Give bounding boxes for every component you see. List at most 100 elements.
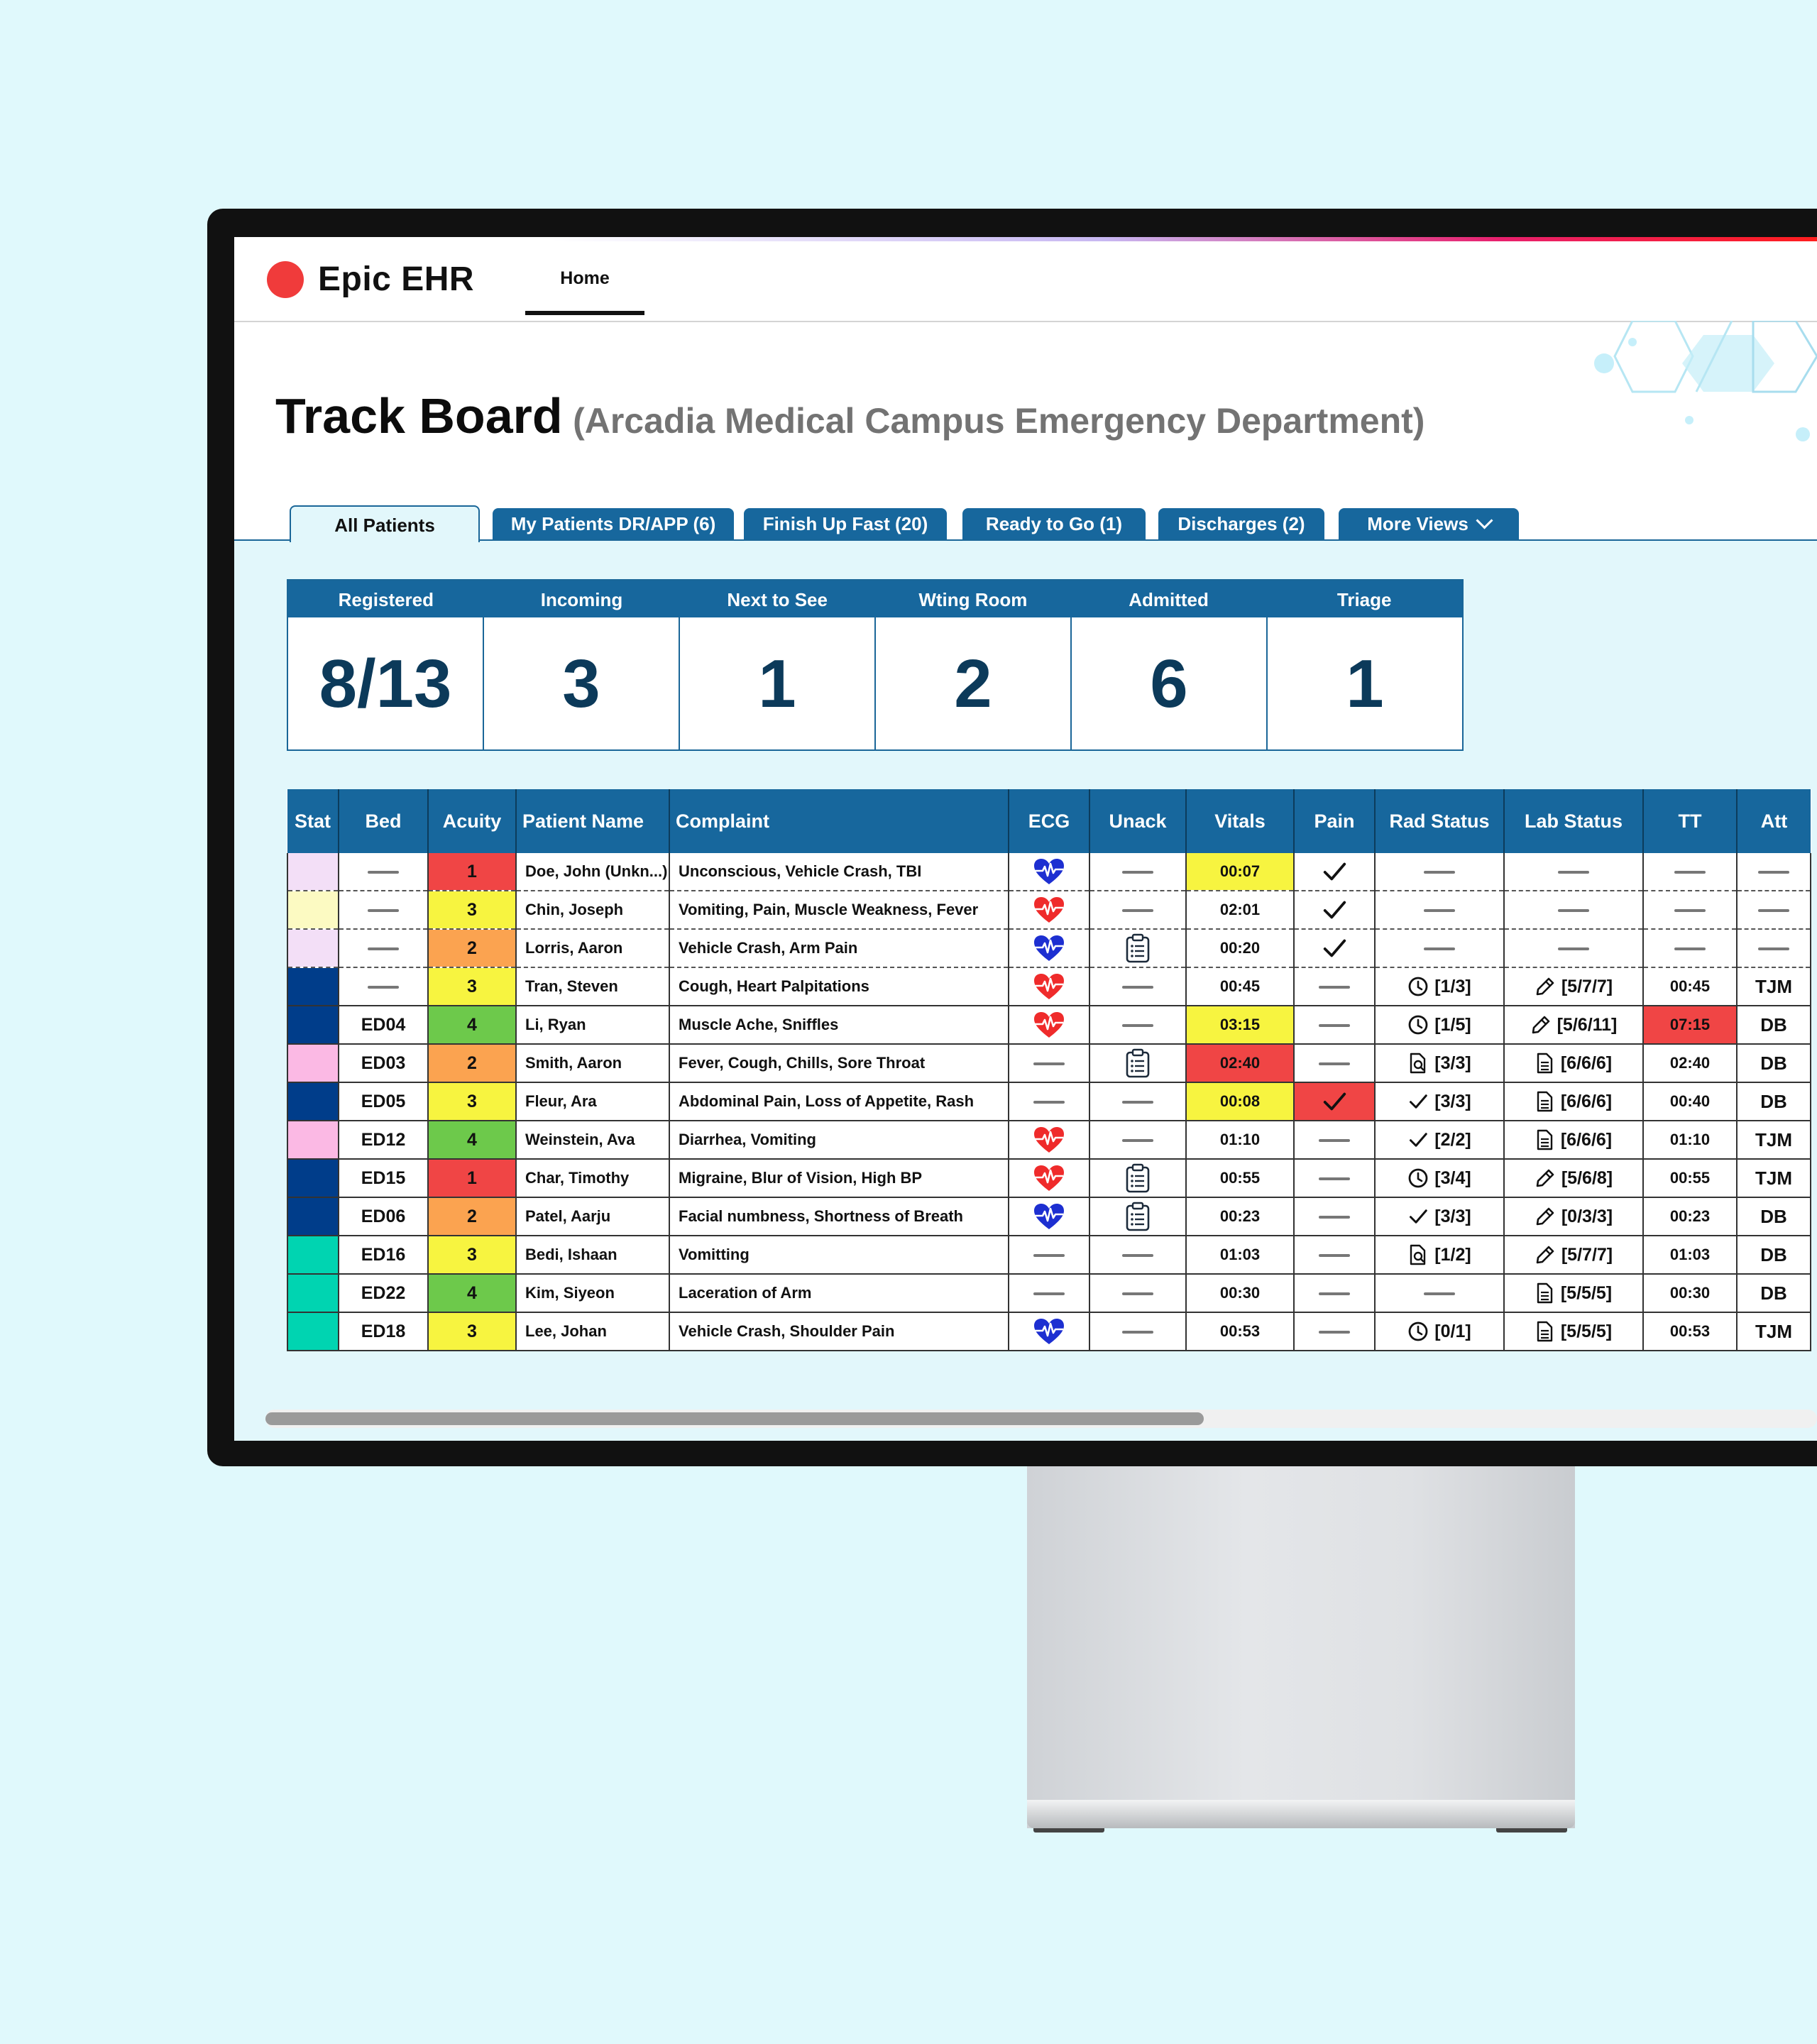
column-header[interactable]: Stat	[287, 789, 339, 853]
pain-cell[interactable]	[1293, 891, 1376, 930]
lab-status-cell[interactable]: [5/5/5]	[1503, 1274, 1644, 1313]
nav-home-tab[interactable]: Home	[525, 256, 644, 315]
ecg-heart-icon[interactable]	[1033, 1126, 1065, 1154]
ecg-heart-icon[interactable]	[1033, 1011, 1065, 1039]
lab-status-cell[interactable]: [5/5/5]	[1503, 1312, 1644, 1351]
rad-status-cell[interactable]	[1374, 891, 1505, 930]
ecg-heart-icon[interactable]	[1033, 934, 1065, 962]
vitals-cell[interactable]: 01:03	[1185, 1236, 1295, 1275]
column-header[interactable]: Pain	[1293, 789, 1375, 853]
table-row[interactable]: ED06 2 Patel, Aarju Facial numbness, Shortn…	[287, 1197, 1811, 1236]
rad-status-cell[interactable]: [3/3]	[1374, 1197, 1505, 1236]
ecg-heart-icon[interactable]	[1033, 857, 1065, 886]
ecg-cell[interactable]	[1008, 853, 1090, 891]
column-header[interactable]: Unack	[1089, 789, 1186, 853]
patient-name-cell[interactable]: Smith, Aaron	[515, 1044, 670, 1083]
vitals-cell[interactable]: 01:10	[1185, 1121, 1295, 1160]
pain-cell[interactable]	[1293, 1121, 1376, 1160]
vitals-cell[interactable]: 00:30	[1185, 1274, 1295, 1313]
ecg-cell[interactable]	[1008, 929, 1090, 968]
rad-status-cell[interactable]: [3/3]	[1374, 1082, 1505, 1121]
ecg-cell[interactable]	[1008, 1312, 1090, 1351]
table-row[interactable]: ED18 3 Lee, Johan Vehicle Crash, Shoulder P…	[287, 1312, 1811, 1351]
patient-name-cell[interactable]: Char, Timothy	[515, 1159, 670, 1198]
vitals-cell[interactable]: 00:08	[1185, 1082, 1295, 1121]
unack-cell[interactable]	[1089, 1197, 1187, 1236]
ecg-cell[interactable]	[1008, 1006, 1090, 1045]
unack-cell[interactable]	[1089, 891, 1187, 930]
tab-more-views[interactable]: More Views	[1339, 508, 1519, 539]
vitals-cell[interactable]: 02:01	[1185, 891, 1295, 930]
ecg-cell[interactable]	[1008, 1082, 1090, 1121]
pain-cell[interactable]	[1293, 1082, 1376, 1121]
bed-cell[interactable]	[338, 891, 429, 930]
column-header[interactable]: Rad Status	[1374, 789, 1504, 853]
census-value[interactable]: 2	[874, 617, 1070, 751]
patient-name-cell[interactable]: Bedi, Ishaan	[515, 1236, 670, 1275]
column-header[interactable]: Acuity	[427, 789, 516, 853]
ecg-cell[interactable]	[1008, 1274, 1090, 1313]
lab-status-cell[interactable]	[1503, 891, 1644, 930]
clipboard-icon[interactable]	[1124, 1163, 1152, 1194]
table-row[interactable]: ED03 2 Smith, Aaron Fever, Cough, Chills, S…	[287, 1044, 1811, 1083]
table-row[interactable]: ED22 4 Kim, Siyeon Laceration of Arm 00:30 [5…	[287, 1274, 1811, 1313]
ecg-heart-icon[interactable]	[1033, 1317, 1065, 1346]
lab-status-cell[interactable]: [6/6/6]	[1503, 1044, 1644, 1083]
clipboard-icon[interactable]	[1124, 1201, 1152, 1232]
column-header[interactable]: Bed	[338, 789, 428, 853]
vitals-cell[interactable]: 02:40	[1185, 1044, 1295, 1083]
patient-name-cell[interactable]: Chin, Joseph	[515, 891, 670, 930]
table-row[interactable]: ED05 3 Fleur, Ara Abdominal Pain, Loss of A…	[287, 1082, 1811, 1121]
vitals-cell[interactable]: 00:20	[1185, 929, 1295, 968]
bed-cell[interactable]	[338, 853, 429, 891]
unack-cell[interactable]	[1089, 1006, 1187, 1045]
unack-cell[interactable]	[1089, 1121, 1187, 1160]
column-header[interactable]: TT	[1642, 789, 1737, 853]
lab-status-cell[interactable]: [5/6/8]	[1503, 1159, 1644, 1198]
ecg-cell[interactable]	[1008, 1236, 1090, 1275]
census-value[interactable]: 1	[679, 617, 874, 751]
lab-status-cell[interactable]: [0/3/3]	[1503, 1197, 1644, 1236]
bed-cell[interactable]: ED06	[338, 1197, 429, 1236]
census-value[interactable]: 3	[483, 617, 679, 751]
table-row[interactable]: 3 Chin, Joseph Vomiting, Pain, Muscle Weak…	[287, 891, 1811, 930]
census-value[interactable]: 6	[1070, 617, 1266, 751]
lab-status-cell[interactable]: [6/6/6]	[1503, 1082, 1644, 1121]
lab-status-cell[interactable]: [5/7/7]	[1503, 1236, 1644, 1275]
column-header[interactable]: Lab Status	[1503, 789, 1643, 853]
pain-cell[interactable]	[1293, 1197, 1376, 1236]
ecg-cell[interactable]	[1008, 891, 1090, 930]
unack-cell[interactable]	[1089, 1274, 1187, 1313]
rad-status-cell[interactable]: [2/2]	[1374, 1121, 1505, 1160]
column-header[interactable]: Patient Name	[515, 789, 669, 853]
bed-cell[interactable]: ED16	[338, 1236, 429, 1275]
lab-status-cell[interactable]	[1503, 929, 1644, 968]
bed-cell[interactable]: ED18	[338, 1312, 429, 1351]
bed-cell[interactable]: ED15	[338, 1159, 429, 1198]
patient-name-cell[interactable]: Tran, Steven	[515, 967, 670, 1006]
rad-status-cell[interactable]	[1374, 929, 1505, 968]
tab-finish-up-fast[interactable]: Finish Up Fast (20)	[744, 508, 947, 539]
pain-cell[interactable]	[1293, 853, 1376, 891]
pain-cell[interactable]	[1293, 1159, 1376, 1198]
bed-cell[interactable]: ED03	[338, 1044, 429, 1083]
column-header[interactable]: ECG	[1008, 789, 1089, 853]
pain-cell[interactable]	[1293, 1044, 1376, 1083]
lab-status-cell[interactable]: [5/7/7]	[1503, 967, 1644, 1006]
ecg-cell[interactable]	[1008, 1159, 1090, 1198]
bed-cell[interactable]	[338, 929, 429, 968]
vitals-cell[interactable]: 00:53	[1185, 1312, 1295, 1351]
rad-status-cell[interactable]	[1374, 1274, 1505, 1313]
tab-discharges[interactable]: Discharges (2)	[1158, 508, 1324, 539]
clipboard-icon[interactable]	[1124, 1048, 1152, 1079]
lab-status-cell[interactable]: [5/6/11]	[1503, 1006, 1644, 1045]
unack-cell[interactable]	[1089, 1236, 1187, 1275]
rad-status-cell[interactable]: [1/3]	[1374, 967, 1505, 1006]
census-value[interactable]: 8/13	[288, 617, 483, 751]
bed-cell[interactable]: ED05	[338, 1082, 429, 1121]
ecg-cell[interactable]	[1008, 1121, 1090, 1160]
rad-status-cell[interactable]	[1374, 853, 1505, 891]
column-header[interactable]: Att	[1736, 789, 1811, 853]
ecg-heart-icon[interactable]	[1033, 1202, 1065, 1231]
rad-status-cell[interactable]: [1/2]	[1374, 1236, 1505, 1275]
